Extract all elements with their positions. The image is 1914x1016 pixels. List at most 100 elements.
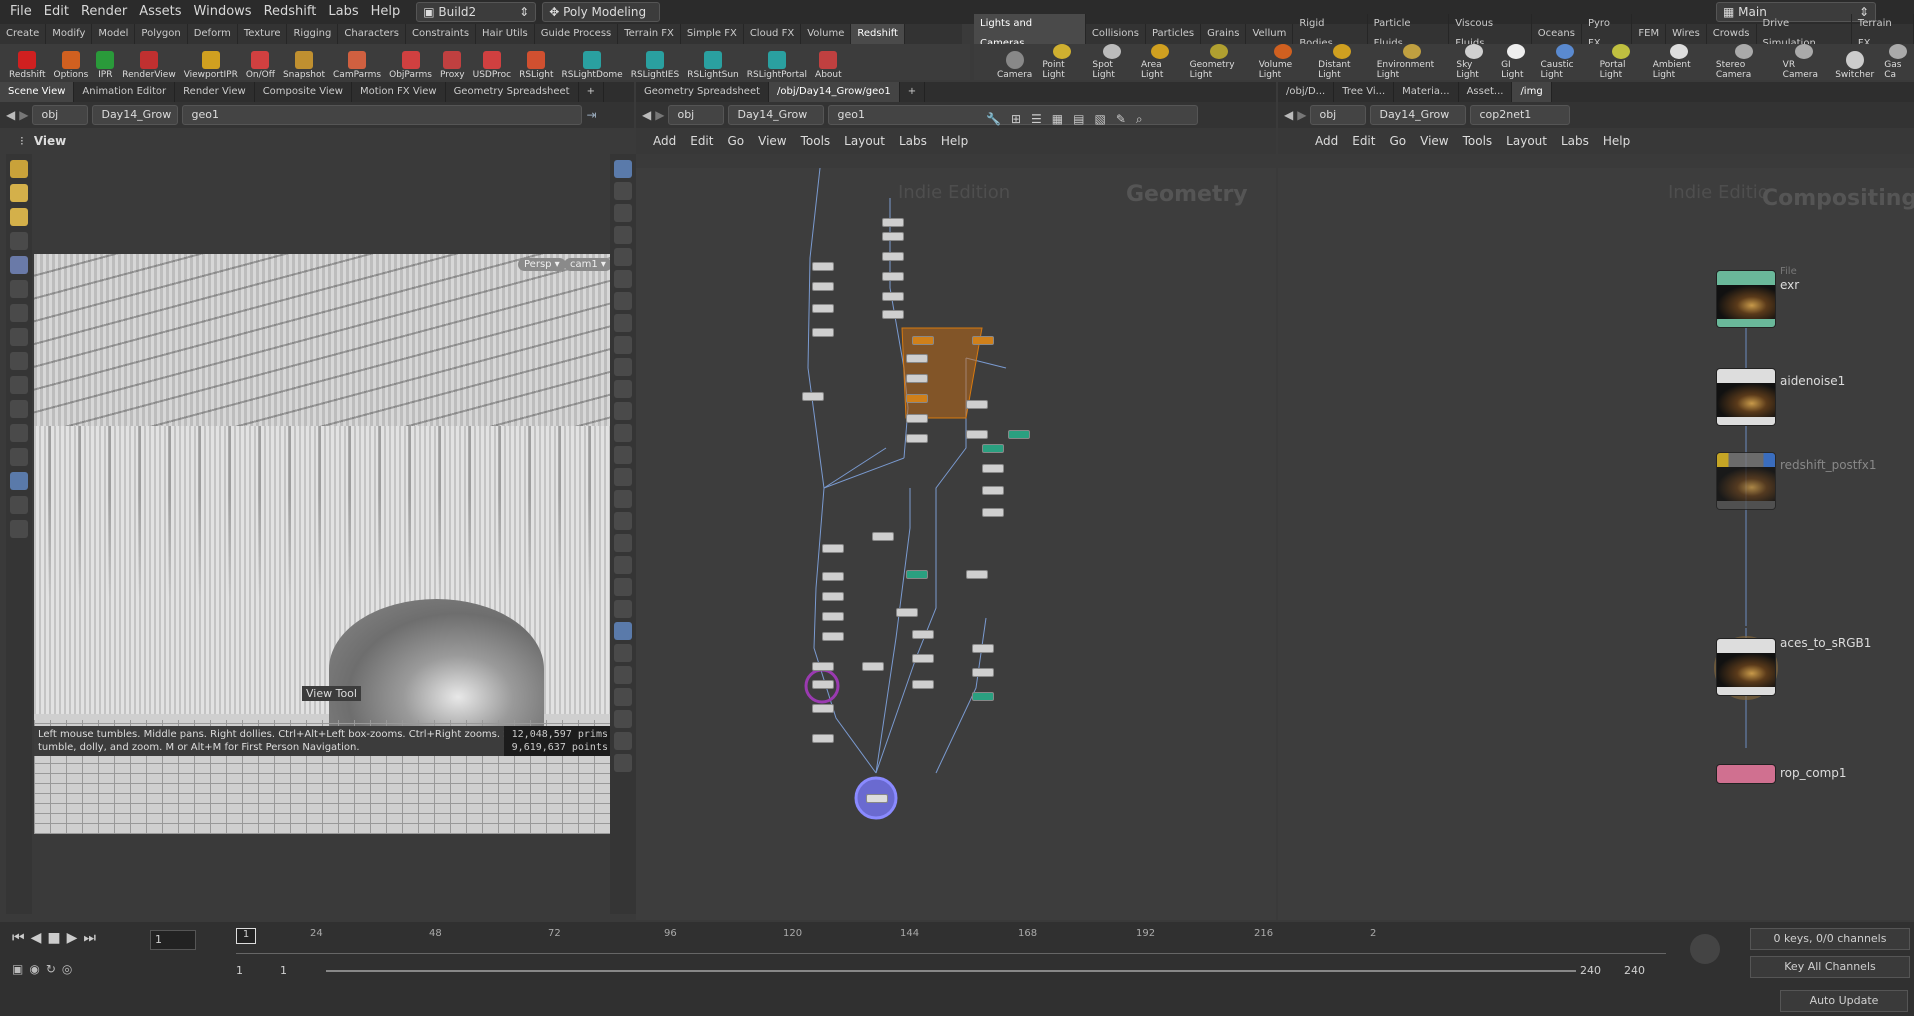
- tab-geo1-network[interactable]: /obj/Day14_Grow/geo1: [769, 82, 900, 102]
- camera-menu[interactable]: cam1 ▾: [564, 258, 612, 271]
- rotate-tool-icon[interactable]: [10, 328, 28, 346]
- sop-node[interactable]: [982, 444, 1004, 453]
- display-option-icon[interactable]: [614, 358, 632, 376]
- range-slider[interactable]: [326, 970, 1576, 972]
- sop-node[interactable]: [882, 232, 904, 241]
- view-label[interactable]: View: [34, 134, 66, 148]
- sop-node[interactable]: [812, 262, 834, 271]
- start-frame-field[interactable]: 1: [236, 964, 266, 977]
- display-option-icon[interactable]: [614, 754, 632, 772]
- render-tool-icon[interactable]: [10, 520, 28, 538]
- shelf-tool[interactable]: CamParms: [330, 44, 384, 80]
- table-icon[interactable]: ▤: [1073, 112, 1084, 127]
- desktop-select[interactable]: ▣ Build2 ⇕: [416, 2, 537, 22]
- sop-node[interactable]: [872, 532, 894, 541]
- menu-labs[interactable]: Labs: [892, 134, 934, 148]
- handle-tool-icon[interactable]: [10, 376, 28, 394]
- transform-tool-icon[interactable]: [10, 304, 28, 322]
- menu-edit[interactable]: Edit: [683, 134, 720, 148]
- menu-redshift[interactable]: Redshift: [258, 0, 323, 24]
- sop-node[interactable]: [896, 608, 918, 617]
- shelf-tool[interactable]: Point Light: [1039, 44, 1085, 80]
- auto-update-button[interactable]: Auto Update: [1780, 990, 1908, 1012]
- view-tool-icon[interactable]: [10, 472, 28, 490]
- timeline-ruler[interactable]: 1 24 48 72 96 120 144 168 192 216 2: [236, 928, 1666, 954]
- shelf-tab[interactable]: Grains: [1201, 24, 1247, 44]
- magnet-tool-icon[interactable]: [10, 424, 28, 442]
- forward-arrow-icon[interactable]: ▶: [19, 108, 28, 122]
- shelf-tool[interactable]: RSLight: [516, 44, 556, 80]
- shelf-tab[interactable]: Texture: [238, 24, 288, 44]
- shelf-tool[interactable]: About: [812, 44, 845, 80]
- sop-node[interactable]: [882, 272, 904, 281]
- display-option-icon[interactable]: [614, 402, 632, 420]
- shelf-tab[interactable]: Cloud FX: [744, 24, 802, 44]
- realtime-icon[interactable]: ◎: [62, 962, 72, 976]
- shelf-tool[interactable]: Options: [51, 44, 92, 80]
- shelf-tab[interactable]: Particles: [1146, 24, 1202, 44]
- jump-end-icon[interactable]: ⏭: [83, 930, 96, 946]
- magnet-2-tool-icon[interactable]: [10, 448, 28, 466]
- shelf-tool[interactable]: ObjParms: [386, 44, 435, 80]
- shelf-tab[interactable]: Guide Process: [535, 24, 619, 44]
- tab-asset[interactable]: Asset...: [1459, 82, 1513, 102]
- sop-node[interactable]: [812, 734, 834, 743]
- sop-node[interactable]: [906, 570, 928, 579]
- menu-go[interactable]: Go: [720, 134, 751, 148]
- shelf-tool[interactable]: On/Off: [243, 44, 278, 80]
- breadcrumb-day14[interactable]: Day14_Grow: [92, 105, 179, 125]
- image-icon[interactable]: ▧: [1094, 112, 1105, 127]
- search-icon[interactable]: ⌕: [1136, 112, 1143, 127]
- sop-node[interactable]: [912, 654, 934, 663]
- shelf-tool[interactable]: Switcher: [1832, 44, 1877, 80]
- sop-node[interactable]: [862, 662, 884, 671]
- menu-help[interactable]: Help: [365, 0, 407, 24]
- display-option-icon[interactable]: [614, 292, 632, 310]
- lock-tool-icon[interactable]: [10, 256, 28, 274]
- shelf-tool[interactable]: Portal Light: [1597, 44, 1646, 80]
- node-exr[interactable]: [1716, 270, 1776, 328]
- tab-material[interactable]: Materia...: [1394, 82, 1459, 102]
- shelf-tool[interactable]: RSLightPortal: [744, 44, 810, 80]
- stop-icon[interactable]: ■: [47, 930, 60, 946]
- output-node[interactable]: [866, 794, 888, 803]
- breadcrumb-cop2net1[interactable]: cop2net1: [1470, 105, 1571, 125]
- display-option-icon[interactable]: [614, 688, 632, 706]
- sop-node[interactable]: [966, 570, 988, 579]
- menu-tools[interactable]: Tools: [1456, 134, 1500, 148]
- tab-animation-editor[interactable]: Animation Editor: [74, 82, 176, 102]
- sop-node[interactable]: [812, 282, 834, 291]
- menu-add[interactable]: Add: [646, 134, 683, 148]
- sop-node[interactable]: [906, 374, 928, 383]
- network-canvas[interactable]: Indie Edition Geometry: [636, 168, 1276, 920]
- shelf-tool[interactable]: USDProc: [470, 44, 514, 80]
- breadcrumb-obj[interactable]: obj: [32, 105, 89, 125]
- sop-node[interactable]: [982, 486, 1004, 495]
- sop-node[interactable]: [966, 430, 988, 439]
- shelf-tool[interactable]: IPR: [93, 44, 117, 80]
- forward-arrow-icon[interactable]: ▶: [655, 108, 664, 122]
- menu-render[interactable]: Render: [75, 0, 133, 24]
- shelf-tool[interactable]: Volume Light: [1256, 44, 1311, 80]
- menu-labs[interactable]: Labs: [1554, 134, 1596, 148]
- shelf-tool[interactable]: Sky Light: [1453, 44, 1494, 80]
- menu-tools[interactable]: Tools: [794, 134, 838, 148]
- cop-canvas[interactable]: Indie Editio Compositing File exr aideno…: [1278, 168, 1914, 920]
- menu-edit[interactable]: Edit: [1345, 134, 1382, 148]
- tab-img[interactable]: /img: [1512, 82, 1552, 102]
- list-icon[interactable]: ☰: [1031, 112, 1042, 127]
- sop-node[interactable]: [882, 310, 904, 319]
- tab-geometry-spreadsheet[interactable]: Geometry Spreadsheet: [446, 82, 579, 102]
- play-icon[interactable]: ▶: [67, 930, 78, 946]
- sop-node[interactable]: [906, 414, 928, 423]
- menu-labs[interactable]: Labs: [322, 0, 364, 24]
- shelf-tab[interactable]: Oceans: [1532, 24, 1582, 44]
- shelf-tool[interactable]: Proxy: [437, 44, 468, 80]
- shelf-tab[interactable]: Simple FX: [681, 24, 744, 44]
- menu-go[interactable]: Go: [1382, 134, 1413, 148]
- display-option-icon[interactable]: [614, 556, 632, 574]
- tree-icon[interactable]: ⊞: [1011, 112, 1021, 127]
- shelf-tool[interactable]: RSLightIES: [628, 44, 682, 80]
- back-arrow-icon[interactable]: ◀: [6, 108, 15, 122]
- scale-tool-icon[interactable]: [10, 352, 28, 370]
